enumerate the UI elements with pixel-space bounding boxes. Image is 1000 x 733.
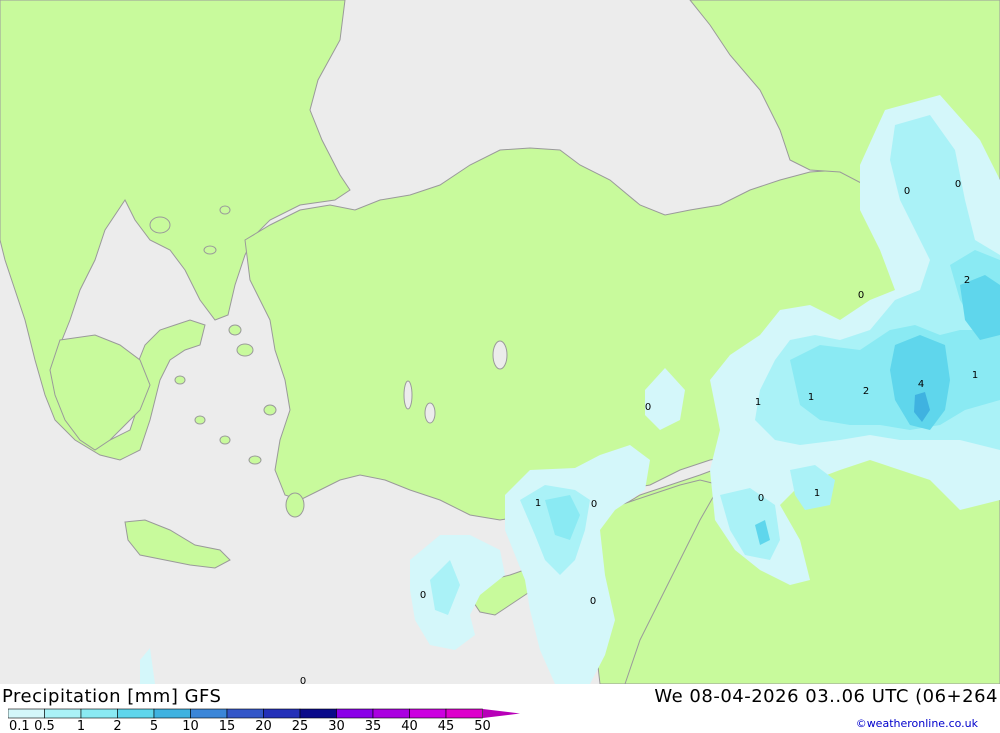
contour-label: 2 xyxy=(863,386,869,397)
color-scale-label: 5 xyxy=(150,719,158,732)
color-scale-box xyxy=(409,708,447,719)
contour-label: 0 xyxy=(591,499,597,510)
color-scale-label: 50 xyxy=(474,719,491,732)
contour-label: 0 xyxy=(758,493,764,504)
color-scale-boxes xyxy=(8,708,483,719)
contour-label: 1 xyxy=(814,488,820,499)
color-scale-box xyxy=(153,708,191,719)
contour-label: 0 xyxy=(590,596,596,607)
footer: Precipitation [mm] GFS We 08-04-2026 03.… xyxy=(0,684,1000,733)
color-scale-label: 1 xyxy=(77,719,85,732)
color-scale-label: 0.5 xyxy=(34,719,55,732)
color-scale-box xyxy=(80,708,118,719)
color-scale-box xyxy=(263,708,301,719)
color-scale-box xyxy=(372,708,410,719)
color-scale-label: 25 xyxy=(292,719,309,732)
contour-label: 0 xyxy=(420,590,426,601)
color-scale-label: 10 xyxy=(182,719,199,732)
color-scale-label: 2 xyxy=(113,719,121,732)
color-scale-label: 35 xyxy=(365,719,382,732)
color-scale-label: 40 xyxy=(401,719,418,732)
color-scale-box xyxy=(299,708,337,719)
color-scale-label: 45 xyxy=(438,719,455,732)
color-scale-box xyxy=(190,708,228,719)
color-scale-label: 0.1 xyxy=(9,719,30,732)
color-scale-box xyxy=(8,708,45,719)
map-svg: 0 0 2 0 1 1 1 2 4 0 1 0 1 0 0 0 0 xyxy=(0,0,1000,687)
forecast-datetime: We 08-04-2026 03..06 UTC (06+264 xyxy=(654,686,998,707)
contour-label: 1 xyxy=(535,498,541,509)
color-scale-box xyxy=(336,708,374,719)
contour-label: 2 xyxy=(964,275,970,286)
color-scale-box xyxy=(445,708,483,719)
map-title: Precipitation [mm] GFS xyxy=(2,686,222,707)
color-scale-labels: 0.1 0.5 1 2 5 10 15 20 25 30 35 40 45 50 xyxy=(9,719,491,732)
contour-label: 4 xyxy=(918,379,924,390)
contour-label: 1 xyxy=(755,397,761,408)
color-scale-box xyxy=(44,708,82,719)
color-scale-label: 30 xyxy=(328,719,345,732)
color-scale-label: 20 xyxy=(255,719,272,732)
contour-label: 0 xyxy=(645,402,651,413)
color-scale-box xyxy=(226,708,264,719)
color-scale-box xyxy=(117,708,155,719)
color-scale-legend: 0.1 0.5 1 2 5 10 15 20 25 30 35 40 45 50 xyxy=(8,708,520,732)
contour-label: 0 xyxy=(858,290,864,301)
credit-link[interactable]: ©weatheronline.co.uk xyxy=(856,717,978,730)
contour-label: 0 xyxy=(904,186,910,197)
color-scale-label: 15 xyxy=(219,719,236,732)
color-scale-arrow xyxy=(483,709,520,718)
contour-label: 1 xyxy=(808,392,814,403)
contour-label: 0 xyxy=(955,179,961,190)
contour-label: 0 xyxy=(300,676,306,684)
precipitation-map: 0 0 2 0 1 1 1 2 4 0 1 0 1 0 0 0 0 xyxy=(0,0,1000,687)
contour-label: 1 xyxy=(972,370,978,381)
